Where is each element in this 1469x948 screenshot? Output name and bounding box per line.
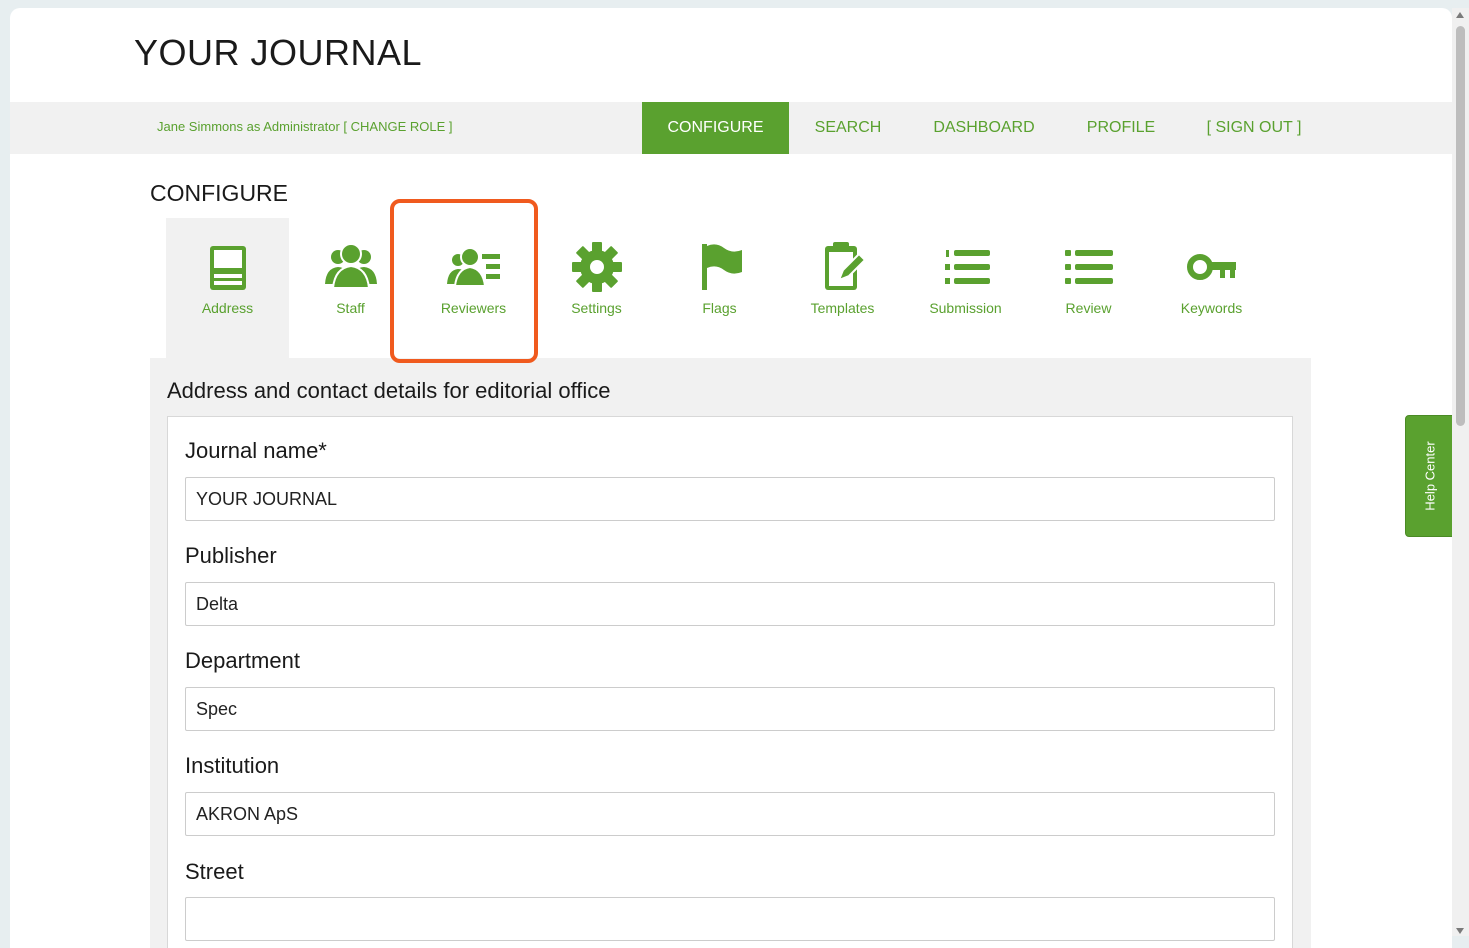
address-panel: Address and contact details for editoria… [150,358,1311,948]
nav-profile[interactable]: PROFILE [1072,102,1170,154]
address-form: Journal name* Publisher Department Insti… [167,416,1293,948]
tab-label: Settings [571,300,622,316]
street-label: Street [185,859,244,884]
flag-icon [692,240,748,294]
tab-label: Flags [702,300,737,316]
nav-search[interactable]: SEARCH [800,102,896,154]
tab-submission[interactable]: Submission [904,218,1027,358]
tab-templates[interactable]: Templates [781,218,904,358]
user-role-text[interactable]: Jane Simmons as Administrator [ CHANGE R… [157,119,452,134]
top-navbar: Jane Simmons as Administrator [ CHANGE R… [10,102,1452,154]
tab-reviewers[interactable]: Reviewers [412,218,535,358]
tab-label: Reviewers [440,300,507,316]
clipboard-pencil-icon [815,240,871,294]
app-window: YOUR JOURNAL Jane Simmons as Administrat… [10,8,1452,948]
journal-name-label: Journal name* [185,438,327,463]
tab-label: Keywords [1180,300,1243,316]
bullet-list-icon [1061,240,1117,294]
department-input[interactable] [185,687,1275,731]
journal-title: YOUR JOURNAL [134,32,423,73]
tab-label: Review [1065,300,1112,316]
nav-sign-out[interactable]: [ SIGN OUT ] [1190,102,1318,154]
institution-label: Institution [185,753,280,778]
help-center-button[interactable]: Help Center [1405,415,1454,537]
nav-configure[interactable]: CONFIGURE [642,102,789,154]
tab-keywords[interactable]: Keywords [1150,218,1273,358]
tab-staff[interactable]: Staff [289,218,412,358]
tab-flags[interactable]: Flags [658,218,781,358]
reviewers-icon [446,240,502,294]
publisher-label: Publisher [185,543,277,568]
vertical-scrollbar[interactable] [1452,8,1469,936]
tab-review[interactable]: Review [1027,218,1150,358]
journal-name-input[interactable] [185,477,1275,521]
street-input[interactable] [185,897,1275,941]
help-center-label: Help Center [1422,441,1437,511]
tab-address[interactable]: Address [166,218,289,358]
tab-settings[interactable]: Settings [535,218,658,358]
gear-icon [569,240,625,294]
numbered-list-icon [938,240,994,294]
scroll-down-icon[interactable] [1456,928,1464,934]
tab-label: Templates [810,300,875,316]
tab-label: Staff [336,300,365,316]
panel-heading: Address and contact details for editoria… [167,378,611,403]
department-label: Department [185,648,300,673]
key-icon [1184,240,1240,294]
tab-label: Address [201,300,254,316]
configure-heading: CONFIGURE [150,180,288,206]
address-book-icon [200,240,256,294]
scroll-up-icon[interactable] [1456,12,1464,18]
tab-label: Submission [929,300,1002,316]
configure-tabs: Address Staff Reviewers Settings Flags T… [166,218,1310,358]
institution-input[interactable] [185,792,1275,836]
publisher-input[interactable] [185,582,1275,626]
nav-dashboard[interactable]: DASHBOARD [916,102,1052,154]
scrollbar-thumb[interactable] [1456,26,1465,426]
staff-group-icon [323,240,379,294]
